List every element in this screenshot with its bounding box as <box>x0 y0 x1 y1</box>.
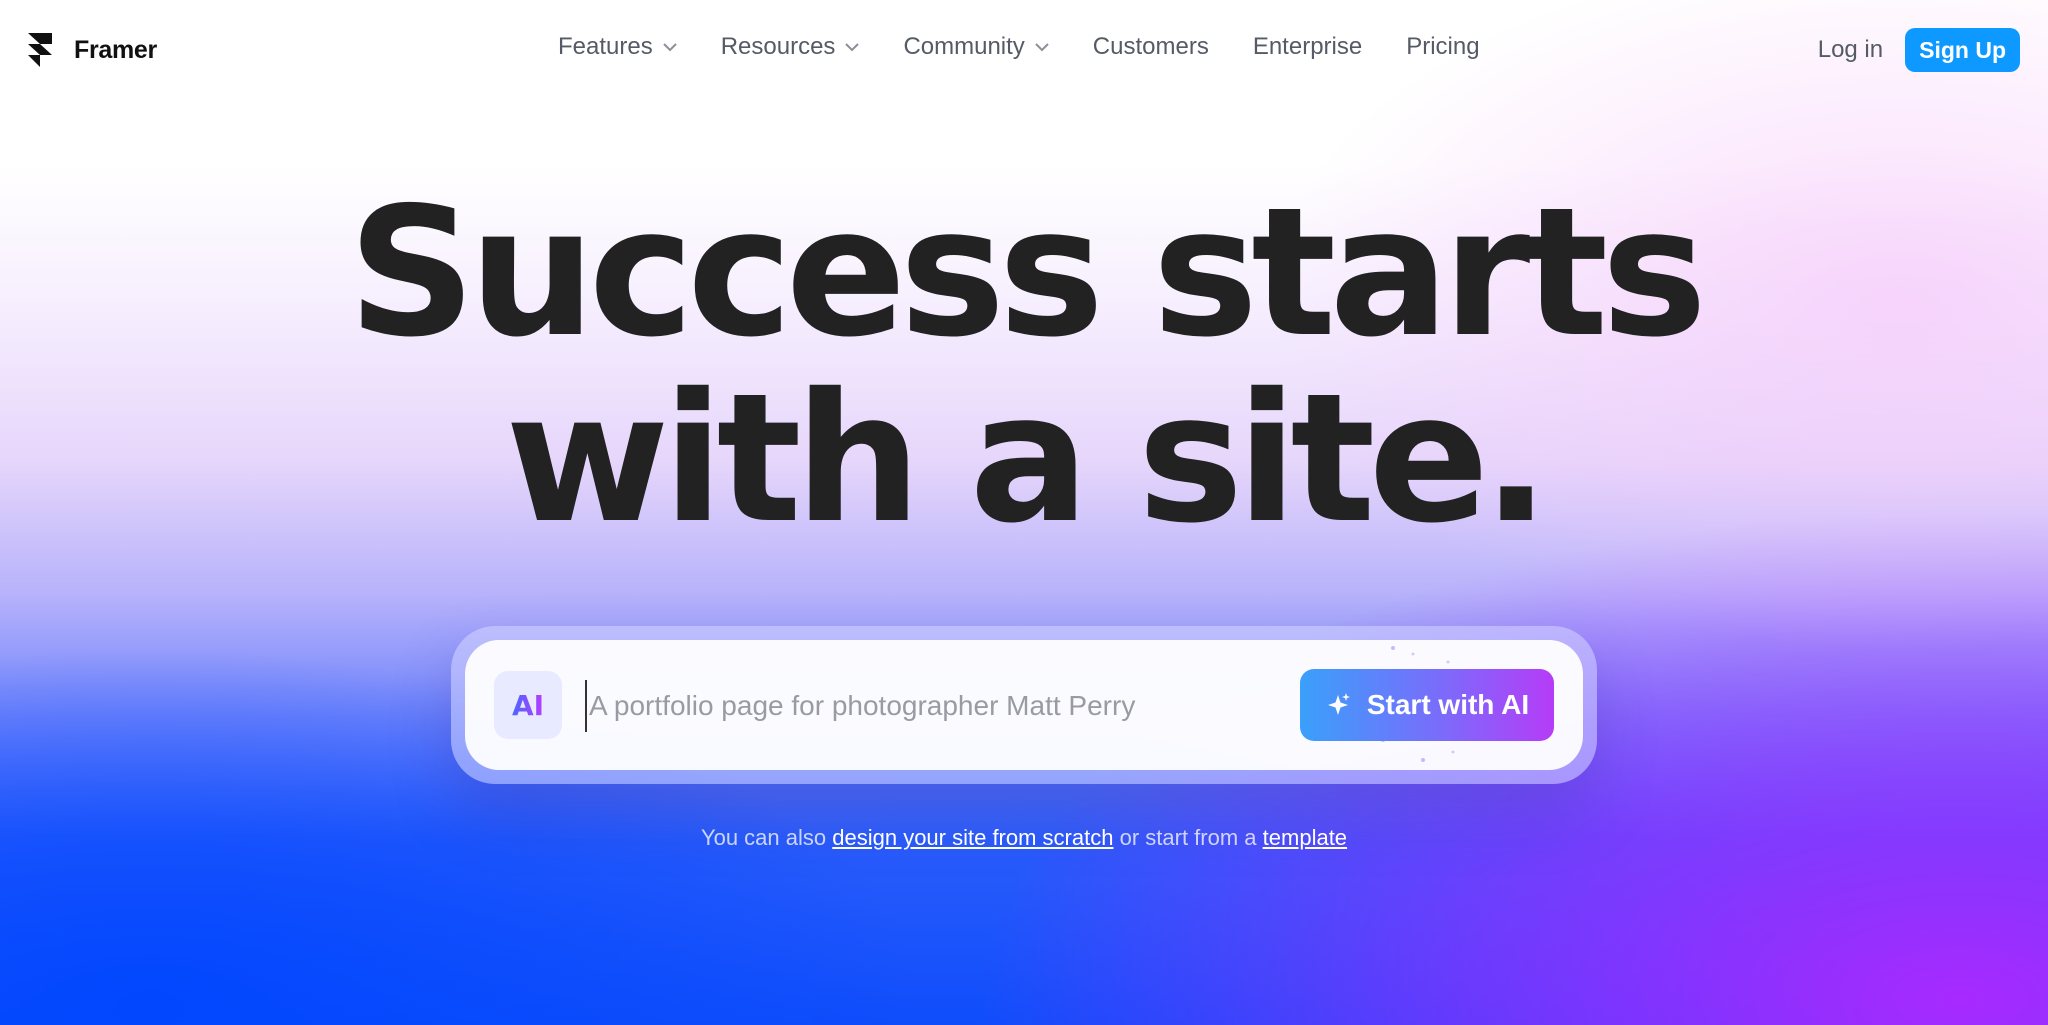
nav-item-customers[interactable]: Customers <box>1093 33 1209 61</box>
sparkle-icon <box>1327 693 1350 715</box>
framer-logo-icon <box>28 33 52 67</box>
signup-button[interactable]: Sign Up <box>1905 28 2020 72</box>
alt-middle: or start from a <box>1119 825 1257 850</box>
nav-item-label: Resources <box>720 33 836 60</box>
ai-prompt-container: AI Start with AI <box>451 626 1597 784</box>
ai-badge-label: AI <box>511 688 545 722</box>
auth-actions: Log in Sign Up <box>1818 28 2020 72</box>
nav-item-features[interactable]: Features <box>558 33 677 61</box>
brand-name: Framer <box>74 35 157 64</box>
nav-item-label: Enterprise <box>1252 33 1363 60</box>
nav-item-community[interactable]: Community <box>903 33 1049 61</box>
nav-item-label: Features <box>558 33 653 60</box>
design-from-scratch-link[interactable]: design your site from scratch <box>832 825 1113 850</box>
template-link[interactable]: template <box>1263 825 1347 850</box>
ai-prompt-input[interactable] <box>585 680 1225 732</box>
hero-title-line-1: Success starts <box>347 169 1708 376</box>
hero-heading: Success starts with a site. <box>0 180 2048 552</box>
top-navigation-bar: Framer Features Resources Community Cust… <box>0 0 2048 100</box>
chevron-down-icon <box>845 42 860 51</box>
nav-item-label: Pricing <box>1406 33 1480 60</box>
nav-item-label: Community <box>903 33 1025 60</box>
nav-item-label: Customers <box>1092 33 1209 60</box>
start-with-ai-button[interactable]: Start with AI <box>1300 669 1554 741</box>
brand-logo[interactable]: Framer <box>28 33 157 67</box>
alternative-options-text: You can also design your site from scrat… <box>0 825 2048 851</box>
chevron-down-icon <box>1035 42 1049 51</box>
nav-item-enterprise[interactable]: Enterprise <box>1253 33 1362 61</box>
ai-badge-icon: AI <box>494 671 562 739</box>
hero-title-line-2: with a site. <box>505 355 1550 562</box>
nav-item-pricing[interactable]: Pricing <box>1406 33 1479 61</box>
start-with-ai-label: Start with AI <box>1366 689 1530 720</box>
ai-prompt-box: AI Start with AI <box>465 640 1583 770</box>
chevron-down-icon <box>663 42 677 51</box>
main-nav: Features Resources Community Customers E… <box>558 33 1524 61</box>
login-link[interactable]: Log in <box>1818 36 1883 64</box>
alt-prefix: You can also <box>700 825 827 850</box>
nav-item-resources[interactable]: Resources <box>721 33 860 61</box>
